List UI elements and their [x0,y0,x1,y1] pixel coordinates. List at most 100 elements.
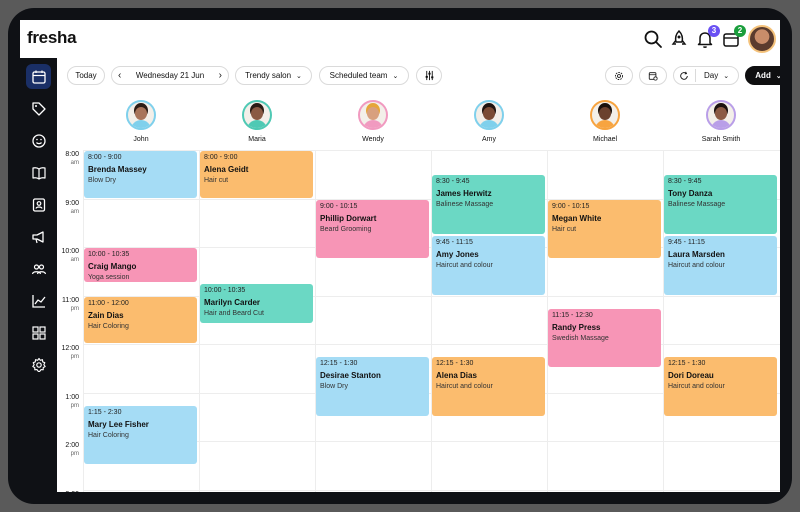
appointment-card[interactable]: 9:00 - 10:15 Phillip Dorwart Beard Groomin… [316,199,429,259]
time-label: 11:00 pm [57,297,79,313]
staff-column-header[interactable]: Amy [431,100,547,143]
appointment-time: 9:00 - 10:15 [320,202,358,210]
bell-icon[interactable]: 3 [695,25,720,49]
team-select[interactable]: Scheduled team ⌄ [319,66,409,85]
team-icon[interactable] [26,256,51,281]
time-meridiem: am [70,257,79,263]
sales-tag-icon[interactable] [26,96,51,121]
megaphone-icon[interactable] [26,224,51,249]
time-meridiem: pm [70,402,79,409]
calendar-sync-icon[interactable] [639,66,667,85]
appointment-time: 8:30 - 9:45 [436,178,470,186]
appointment-client: Amy Jones [436,249,479,259]
appointment-service: Hair Coloring [88,431,129,439]
filter-sliders-icon[interactable] [416,66,442,85]
time-meridiem: am [70,160,79,166]
calendar-icon[interactable] [26,64,51,89]
chevron-down-icon: ⌄ [775,72,780,80]
appointment-time: 12:15 - 1:30 [320,360,358,368]
view-select[interactable]: Day ⌄ [673,66,739,85]
sidebar [20,58,57,492]
appointment-card[interactable]: 8:30 - 9:45 James Herwitz Balinese Massage [432,175,545,234]
appointment-card[interactable]: 12:15 - 1:30 Desirae Stanton Blow Dry [316,357,429,416]
user-avatar[interactable] [748,25,776,53]
current-date[interactable]: Wednesday 21 Jun [136,71,204,80]
time-hour: 10:00 [61,248,79,255]
prev-day-button[interactable]: ‹ [118,70,121,81]
appointment-service: Balinese Massage [436,201,494,209]
appointment-service: Beard Grooming [320,225,372,233]
appointment-service: Haircut and colour [668,383,725,391]
staff-column-header[interactable]: John [83,100,199,143]
rocket-icon[interactable] [669,29,689,49]
time-meridiem: pm [70,354,79,360]
appointment-service: Hair Coloring [88,322,129,330]
app-screen: fresha 3 2 Today ‹ Wednesday 21 Jun › Tr… [20,20,780,492]
appointment-card[interactable]: 12:15 - 1:30 Alena Dias Haircut and colour [432,357,545,416]
staff-header: John Maria Wendy Amy Michael Sarah Smith [57,94,780,151]
calendar-settings-icon[interactable] [605,66,633,85]
top-bar: fresha 3 2 [20,20,780,59]
appointment-card[interactable]: 10:00 - 10:35 Marilyn Carder Hair and Bear… [200,284,313,323]
location-select[interactable]: Trendy salon ⌄ [235,66,312,85]
appointment-time: 9:45 - 11:15 [436,238,473,246]
appointment-client: Phillip Dorwart [320,213,377,223]
appointment-service: Blow Dry [320,383,349,391]
appointment-card[interactable]: 11:00 - 12:00 Zain Dias Hair Coloring [84,296,197,343]
appointment-service: Hair cut [552,225,577,233]
add-label: Add [755,71,771,80]
search-icon[interactable] [643,29,663,49]
appointment-service: Hair and Beard Cut [204,310,264,318]
refresh-icon[interactable] [679,71,689,81]
appointment-client: Mary Lee Fisher [88,419,149,429]
appointment-client: Megan White [552,213,602,223]
team-label: Scheduled team [329,71,388,80]
next-day-button[interactable]: › [219,70,222,81]
contact-card-icon[interactable] [26,192,51,217]
staff-column-header[interactable]: Wendy [315,100,431,143]
appointment-client: Desirae Stanton [320,371,381,381]
appointment-time: 9:45 - 11:15 [668,238,705,246]
tasks-icon[interactable]: 2 [721,25,746,49]
time-hour: 8:00 [65,151,79,158]
staff-name: Michael [592,136,618,143]
staff-avatar [474,100,504,130]
apps-grid-icon[interactable] [26,320,51,345]
appointment-service: Swedish Massage [552,334,609,342]
appointment-card[interactable]: 8:00 - 9:00 Brenda Massey Blow Dry [84,151,197,198]
catalogue-book-icon[interactable] [26,160,51,185]
appointment-card[interactable]: 12:15 - 1:30 Dori Doreau Haircut and colou… [664,357,777,416]
staff-avatar [126,100,156,130]
appointment-time: 12:15 - 1:30 [668,360,706,368]
appointment-card[interactable]: 9:00 - 10:15 Megan White Hair cut [548,199,661,259]
staff-column-header[interactable]: Michael [547,100,663,143]
staff-name: Maria [248,136,266,143]
staff-column-header[interactable]: Maria [199,100,315,143]
appointment-card[interactable]: 10:00 - 10:35 Craig Mango Yoga session [84,248,197,283]
appointment-service: Blow Dry [88,177,117,184]
reports-chart-icon[interactable] [26,288,51,313]
appointment-card[interactable]: 8:30 - 9:45 Tony Danza Balinese Massage [664,175,777,234]
time-meridiem: am [70,208,79,215]
appointment-card[interactable]: 11:15 - 12:30 Randy Press Swedish Massage [548,308,661,368]
notification-count-badge: 3 [708,25,720,37]
view-label: Day [704,71,719,80]
chevron-down-icon: ⌄ [723,72,730,80]
calendar-grid: 8:00 am 9:00 am 10:00 am 11:00 pm 12:00 pm 1:00 pm 2… [57,150,780,492]
appointment-service: Haircut and colour [668,261,725,269]
today-button[interactable]: Today [67,66,105,85]
appointment-card[interactable]: 1:15 - 2:30 Mary Lee Fisher Hair Coloring [84,405,197,465]
staff-column-header[interactable]: Sarah Smith [663,100,779,143]
appointment-card[interactable]: 8:00 - 9:00 Alena Geidt Hair cut [200,151,313,198]
tasks-count-badge: 2 [734,25,746,37]
clients-smile-icon[interactable] [26,128,51,153]
chevron-down-icon: ⌄ [392,72,399,80]
appointment-card[interactable]: 9:45 - 11:15 Amy Jones Haircut and colour [432,235,545,295]
add-button[interactable]: Add ⌄ [745,66,780,85]
appointment-client: Tony Danza [668,189,713,199]
appointment-card[interactable]: 9:45 - 11:15 Laura Marsden Haircut and col… [664,235,777,295]
settings-gear-icon[interactable] [26,352,51,377]
fresha-logo[interactable]: fresha [27,28,77,48]
appointment-time: 8:00 - 9:00 [88,154,122,161]
appointment-client: Craig Mango [88,262,137,271]
